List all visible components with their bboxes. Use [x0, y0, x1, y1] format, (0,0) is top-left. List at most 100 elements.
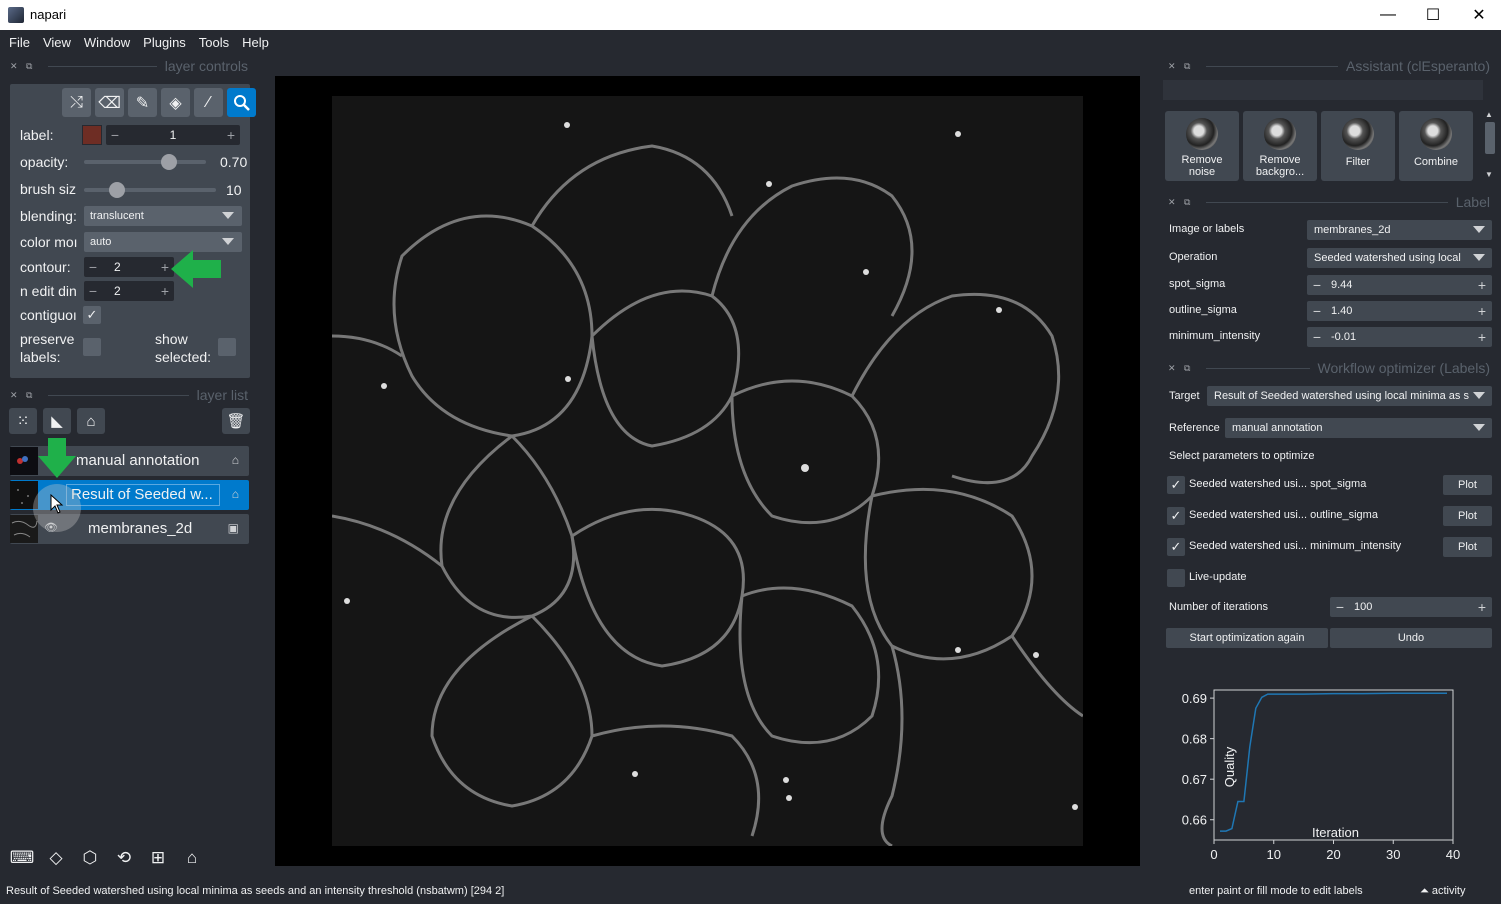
minimum-intensity-value[interactable]: -0.01 — [1327, 331, 1472, 343]
picker-icon[interactable]: ⁄ — [194, 88, 223, 117]
menu-help[interactable]: Help — [237, 35, 274, 50]
check-icon: ✓ — [1170, 508, 1182, 523]
minus-icon[interactable]: − — [84, 283, 102, 299]
minus-icon[interactable]: − — [84, 259, 102, 275]
opacity-slider-handle[interactable] — [161, 154, 178, 170]
dock-float-icons[interactable]: ✕ ⧉ — [10, 61, 40, 72]
menu-window[interactable]: Window — [79, 35, 135, 50]
plus-icon[interactable]: + — [1472, 599, 1492, 615]
contiguous-checkbox[interactable]: ✓ — [83, 306, 101, 324]
show-selected-checkbox[interactable] — [218, 338, 236, 356]
green-arrow-down-icon — [38, 438, 76, 478]
param-checkbox-spot-sigma[interactable]: ✓ — [1167, 476, 1185, 494]
transpose-icon[interactable]: ⟲ — [110, 844, 138, 872]
new-labels-layer-button[interactable]: ⌂ — [77, 408, 105, 434]
zoom-icon[interactable] — [227, 88, 256, 117]
plot-button-outline-sigma[interactable]: Plot — [1443, 506, 1492, 526]
ndisplay-icon[interactable]: ◇ — [42, 844, 70, 872]
iterations-spinbox[interactable]: − 100 + — [1330, 597, 1492, 617]
color-mode-select[interactable]: auto — [84, 232, 242, 252]
contour-spinbox[interactable]: − 2 + — [84, 257, 174, 277]
operation-select[interactable]: Seeded watershed using local — [1307, 248, 1492, 268]
dock-float-icons[interactable]: ✕ ⧉ — [1168, 363, 1198, 374]
layer-name[interactable]: manual annotation — [76, 452, 216, 469]
blending-select[interactable]: translucent — [84, 206, 242, 226]
brush-icon[interactable]: ✎ — [128, 88, 157, 117]
labels-icon: ⌂ — [231, 487, 239, 501]
plus-icon[interactable]: + — [1472, 277, 1492, 293]
brush-size-slider[interactable] — [84, 182, 216, 198]
show-selected-label-2: selected: — [155, 349, 212, 365]
minus-icon[interactable]: − — [1307, 303, 1327, 319]
scrollbar-handle[interactable] — [1485, 122, 1495, 154]
status-help: enter paint or fill mode to edit labels — [1189, 885, 1363, 897]
minimum-intensity-spinbox[interactable]: − -0.01 + — [1307, 327, 1492, 347]
plus-icon[interactable]: + — [222, 127, 240, 143]
minus-icon[interactable]: − — [106, 127, 124, 143]
n-edit-dim-spinbox[interactable]: − 2 + — [84, 281, 174, 301]
menu-file[interactable]: File — [4, 35, 35, 50]
menu-plugins[interactable]: Plugins — [138, 35, 191, 50]
scroll-up-icon[interactable]: ▲ — [1485, 110, 1493, 119]
param-checkbox-minimum-intensity[interactable]: ✓ — [1167, 538, 1185, 556]
contiguous-label: contiguoı — [20, 307, 77, 323]
live-update-checkbox[interactable] — [1167, 569, 1185, 587]
opacity-slider[interactable] — [84, 154, 206, 170]
minus-icon[interactable]: − — [1307, 277, 1327, 293]
new-shapes-layer-button[interactable]: ◣ — [43, 408, 71, 434]
label-spinbox[interactable]: − 1 + — [106, 125, 240, 145]
shuffle-icon[interactable]: ⤭ — [62, 88, 91, 117]
close-button[interactable]: ✕ — [1456, 0, 1501, 30]
dock-float-icons[interactable]: ✕ ⧉ — [1168, 61, 1198, 72]
spot-sigma-spinbox[interactable]: − 9.44 + — [1307, 275, 1492, 295]
grid-icon[interactable]: ⊞ — [144, 844, 172, 872]
param-checkbox-outline-sigma[interactable]: ✓ — [1167, 507, 1185, 525]
dock-float-icons[interactable]: ✕ ⧉ — [1168, 197, 1198, 208]
minus-icon[interactable]: − — [1330, 599, 1350, 615]
start-optimization-button[interactable]: Start optimization again — [1166, 628, 1328, 648]
eraser-icon[interactable]: ⌫ — [95, 88, 124, 117]
activity-button[interactable]: ⏶ activity — [1420, 885, 1465, 898]
remove-background-button[interactable]: Remove backgro... — [1243, 111, 1317, 181]
maximize-button[interactable]: ☐ — [1410, 0, 1456, 30]
console-icon[interactable]: ⌨ — [8, 844, 36, 872]
menu-view[interactable]: View — [38, 35, 76, 50]
outline-sigma-value[interactable]: 1.40 — [1327, 305, 1472, 317]
preserve-labels-checkbox[interactable] — [83, 338, 101, 356]
spot-sigma-value[interactable]: 9.44 — [1327, 279, 1472, 291]
layer-name[interactable]: membranes_2d — [88, 520, 208, 537]
plus-icon[interactable]: + — [1472, 329, 1492, 345]
home-icon[interactable]: ⌂ — [178, 844, 206, 872]
iterations-value[interactable]: 100 — [1350, 601, 1472, 613]
brush-size-slider-handle[interactable] — [109, 182, 125, 198]
viewer-canvas[interactable] — [275, 76, 1140, 866]
image-or-labels-select[interactable]: membranes_2d — [1307, 220, 1492, 240]
plot-button-minimum-intensity[interactable]: Plot — [1443, 537, 1492, 557]
label-color-swatch[interactable] — [82, 125, 102, 145]
assistant-scrollbar[interactable]: ▲ ▼ — [1482, 108, 1498, 184]
filter-button[interactable]: Filter — [1321, 111, 1395, 181]
y-tick-label: 0.67 — [1182, 772, 1207, 787]
dock-float-icons[interactable]: ✕ ⧉ — [10, 390, 40, 401]
layer-name[interactable]: Result of Seeded w... — [66, 484, 220, 506]
remove-noise-button[interactable]: Remove noise — [1165, 111, 1239, 181]
brush-size-label: brush siz — [20, 181, 77, 197]
minus-icon[interactable]: − — [1307, 329, 1327, 345]
reference-select[interactable]: manual annotation — [1225, 418, 1492, 438]
undo-button[interactable]: Undo — [1330, 628, 1492, 648]
scroll-down-icon[interactable]: ▼ — [1485, 170, 1493, 179]
delete-layer-button[interactable]: 🗑 — [222, 408, 250, 434]
menu-tools[interactable]: Tools — [194, 35, 234, 50]
roll-icon[interactable]: ⬡ — [76, 844, 104, 872]
target-select[interactable]: Result of Seeded watershed using local m… — [1207, 386, 1492, 406]
fill-icon[interactable]: ◈ — [161, 88, 190, 117]
blending-value: translucent — [90, 210, 144, 222]
iterations-label: Number of iterations — [1169, 601, 1269, 613]
combine-button[interactable]: Combine — [1399, 111, 1473, 181]
outline-sigma-spinbox[interactable]: − 1.40 + — [1307, 301, 1492, 321]
new-points-layer-button[interactable]: ⁙ — [9, 408, 37, 434]
minimize-button[interactable]: — — [1365, 0, 1411, 30]
plus-icon[interactable]: + — [1472, 303, 1492, 319]
assistant-dock-title: ✕ ⧉ Assistant (clEsperanto) — [1168, 57, 1490, 75]
plot-button-spot-sigma[interactable]: Plot — [1443, 475, 1492, 495]
